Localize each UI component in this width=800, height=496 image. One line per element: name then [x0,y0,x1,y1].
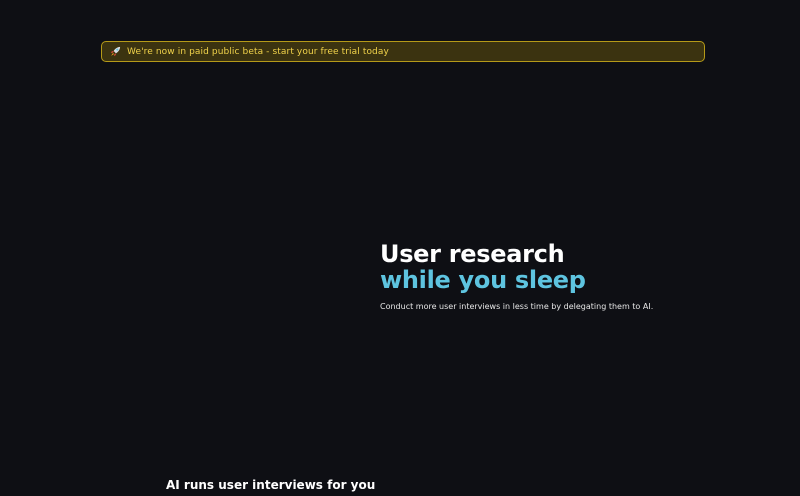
section-heading: AI runs user interviews for you [166,478,376,492]
rocket-icon [110,46,121,57]
page: We're now in paid public beta - start yo… [0,0,800,496]
beta-announcement-banner[interactable]: We're now in paid public beta - start yo… [101,41,705,62]
hero-title: User research [380,240,565,268]
hero-title-accent: while you sleep [380,266,586,294]
hero-subtitle: Conduct more user interviews in less tim… [380,302,654,311]
beta-banner-text: We're now in paid public beta - start yo… [127,46,389,57]
hero-section: User research while you sleep Conduct mo… [380,241,780,312]
